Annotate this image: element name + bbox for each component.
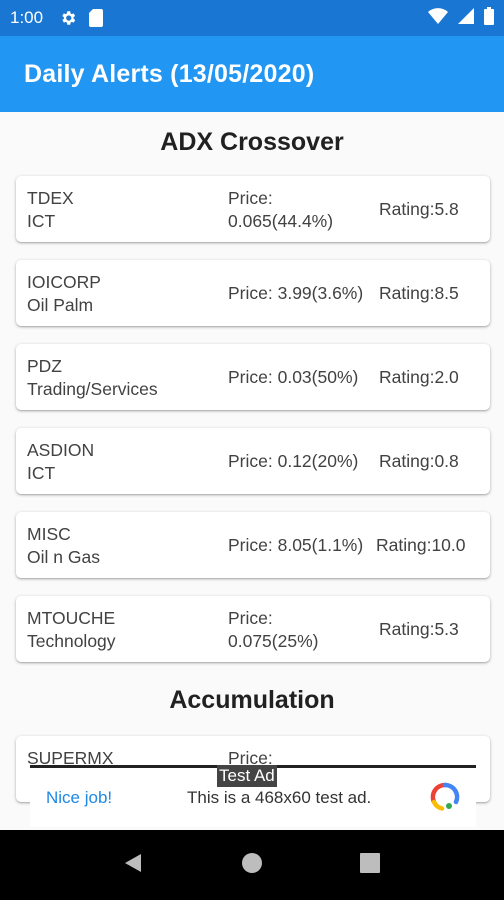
ad-banner[interactable]: Test Ad Nice job! This is a 468x60 test … [30,765,476,827]
back-icon[interactable] [123,852,145,879]
list-item[interactable]: MTOUCHE Technology Price: 0.075(25%) Rat… [16,596,490,662]
ad-label: Test Ad [217,765,277,787]
status-bar: 1:00 [0,0,504,36]
stock-name: ASDION ICT [27,439,94,485]
section-title-adx-crossover: ADX Crossover [160,128,344,156]
stock-price: Price: 0.03(50%) [228,367,359,387]
stock-name: MISC Oil n Gas [27,523,100,569]
stock-rating: Rating:0.8 [379,451,459,471]
stock-rating: Rating:2.0 [379,367,459,387]
stock-price: Price: 0.065(44.4%) [228,187,333,233]
recents-icon[interactable] [359,852,381,879]
stock-price: Price: 0.12(20%) [228,451,359,471]
list-item[interactable]: ASDION ICT Price: 0.12(20%) Rating:0.8 [16,428,490,494]
stock-sector: Trading/Services [27,379,158,399]
price-value: 0.075(25%) [228,631,319,651]
price-value: 0.065(44.4%) [228,211,334,231]
stock-name: MTOUCHE Technology [27,607,116,653]
price-label: Price: [228,188,273,208]
price-label: Price: [228,608,273,628]
signal-icon [458,7,474,29]
stock-symbol: ASDION [27,440,95,460]
navigation-bar [0,830,504,900]
ad-text: This is a 468x60 test ad. [187,788,372,807]
stock-sector: Oil Palm [27,295,94,315]
stock-rating: Rating:10.0 [376,535,466,555]
stock-sector: Technology [27,631,116,651]
stock-sector: ICT [27,463,56,483]
stock-rating: Rating:5.3 [379,619,459,639]
stock-symbol: IOICORP [27,272,101,292]
home-icon[interactable] [241,852,263,879]
list-item[interactable]: TDEX ICT Price: 0.065(44.4%) Rating:5.8 [16,176,490,242]
stock-symbol: PDZ [27,356,62,376]
ad-cta[interactable]: Nice job! [46,788,112,808]
stock-symbol: MISC [27,524,71,544]
alerts-list[interactable]: ADX Crossover TDEX ICT Price: 0.065(44.4… [0,112,504,830]
stock-sector: Oil n Gas [27,547,100,567]
stock-sector: ICT [27,211,56,231]
sd-card-icon [89,9,104,27]
stock-symbol: MTOUCHE [27,608,116,628]
list-item[interactable]: IOICORP Oil Palm Price: 3.99(3.6%) Ratin… [16,260,490,326]
stock-rating: Rating:5.8 [379,199,459,219]
stock-name: TDEX ICT [27,187,74,233]
stock-name: IOICORP Oil Palm [27,271,101,317]
wifi-icon [428,7,448,29]
stock-price: Price: 8.05(1.1%) [228,535,364,555]
list-item[interactable]: MISC Oil n Gas Price: 8.05(1.1%) Rating:… [16,512,490,578]
stock-rating: Rating:8.5 [379,283,459,303]
stock-price: Price: 3.99(3.6%) [228,283,364,303]
page-title: Daily Alerts (13/05/2020) [24,59,315,88]
gear-icon [59,9,77,27]
stock-price: Price: 0.075(25%) [228,607,318,653]
stock-symbol: TDEX [27,188,74,208]
status-time: 1:00 [10,8,44,27]
app-bar: Daily Alerts (13/05/2020) [0,36,504,112]
stock-name: PDZ Trading/Services [27,355,158,401]
list-item[interactable]: PDZ Trading/Services Price: 0.03(50%) Ra… [16,344,490,410]
battery-icon [484,6,494,30]
section-title-accumulation: Accumulation [169,686,335,714]
ad-choices-logo-icon[interactable] [430,782,460,817]
